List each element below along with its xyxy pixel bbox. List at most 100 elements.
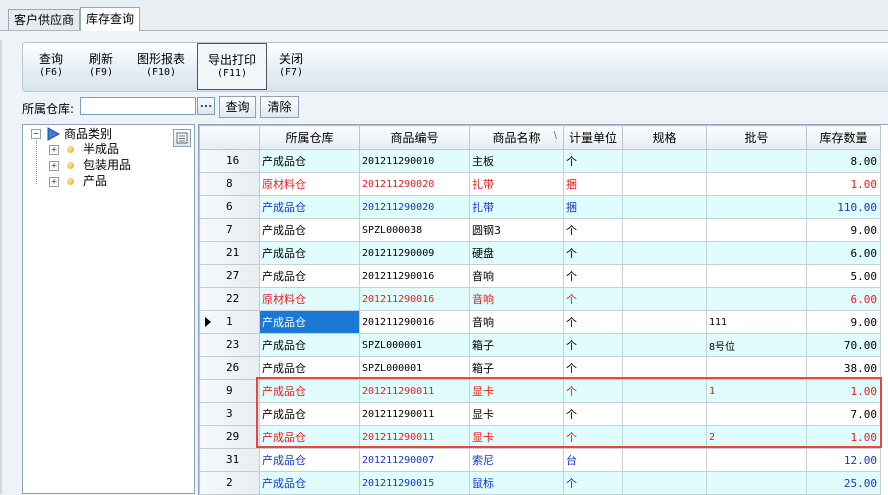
cell-name[interactable]: 扎带 (469, 195, 564, 219)
cell-spec[interactable] (622, 195, 707, 219)
cell-code[interactable]: 201211290009 (359, 241, 470, 265)
cell-spec[interactable] (622, 172, 707, 196)
cell-spec[interactable] (622, 425, 707, 449)
col-unit-header[interactable]: 计量单位 (563, 125, 623, 150)
cell-unit[interactable]: 个 (563, 333, 623, 357)
cell-batch[interactable]: 2 (706, 425, 807, 449)
cell-name[interactable]: 显卡 (469, 379, 564, 403)
export-print-button[interactable]: 导出打印 (F11) (197, 43, 267, 90)
cell-warehouse[interactable]: 产成品仓 (259, 195, 360, 219)
cell-spec[interactable] (622, 264, 707, 288)
cell-warehouse[interactable]: 产成品仓 (259, 448, 360, 472)
cell-name[interactable]: 音响 (469, 264, 564, 288)
cell-code[interactable]: SPZL000001 (359, 356, 470, 380)
tree-item-semifinished[interactable]: 半成品 (83, 141, 119, 157)
cell-qty[interactable]: 6.00 (806, 241, 881, 265)
cell-batch[interactable] (706, 172, 807, 196)
cell-batch[interactable] (706, 356, 807, 380)
table-row[interactable]: 6 产成品仓 201211290020 扎带捆 110.00 (199, 195, 881, 219)
cell-unit[interactable]: 台 (563, 448, 623, 472)
cell-qty[interactable]: 6.00 (806, 287, 881, 311)
cell-code[interactable]: 201211290007 (359, 448, 470, 472)
cell-code[interactable]: 201211290016 (359, 264, 470, 288)
row-header[interactable]: 23 (199, 333, 260, 357)
table-row[interactable]: 1 产成品仓 201211290016 音响个 111 9.00 (199, 310, 881, 334)
cell-warehouse[interactable]: 产成品仓 (259, 402, 360, 426)
table-row[interactable]: 23 产成品仓 SPZL000001 箱子个 8号位 70.00 (199, 333, 881, 357)
cell-qty[interactable]: 5.00 (806, 264, 881, 288)
cell-code[interactable]: 201211290011 (359, 379, 470, 403)
cell-unit[interactable]: 个 (563, 471, 623, 495)
cell-name[interactable]: 音响 (469, 287, 564, 311)
col-qty-header[interactable]: 库存数量 (806, 125, 881, 150)
cell-qty[interactable]: 1.00 (806, 425, 881, 449)
cell-name[interactable]: 箱子 (469, 333, 564, 357)
tree-item-product[interactable]: 产品 (83, 173, 107, 189)
cell-spec[interactable] (622, 402, 707, 426)
cell-code[interactable]: 201211290015 (359, 471, 470, 495)
row-header[interactable]: 29 (199, 425, 260, 449)
cell-code[interactable]: 201211290011 (359, 425, 470, 449)
cell-name[interactable]: 主板 (469, 149, 564, 173)
cell-name[interactable]: 硬盘 (469, 241, 564, 265)
table-row[interactable]: 3 产成品仓 201211290011 显卡个 7.00 (199, 402, 881, 426)
table-row[interactable]: 31 产成品仓 201211290007 索尼台 12.00 (199, 448, 881, 472)
table-row[interactable]: 26 产成品仓 SPZL000001 箱子个 38.00 (199, 356, 881, 380)
cell-batch[interactable] (706, 218, 807, 242)
cell-qty[interactable]: 8.00 (806, 149, 881, 173)
cell-spec[interactable] (622, 448, 707, 472)
cell-spec[interactable] (622, 379, 707, 403)
cell-code[interactable]: SPZL000038 (359, 218, 470, 242)
cell-warehouse[interactable]: 原材料仓 (259, 287, 360, 311)
cell-spec[interactable] (622, 149, 707, 173)
row-header[interactable]: 1 (199, 310, 260, 334)
chart-report-button[interactable]: 图形报表 (F10) (133, 47, 189, 87)
cell-name[interactable]: 圆钢3 (469, 218, 564, 242)
cell-code[interactable]: SPZL000001 (359, 333, 470, 357)
tree-item-product-toggle[interactable]: + (49, 177, 59, 187)
cell-unit[interactable]: 个 (563, 149, 623, 173)
cell-name[interactable]: 显卡 (469, 402, 564, 426)
table-row[interactable]: 22 原材料仓 201211290016 音响个 6.00 (199, 287, 881, 311)
cell-unit[interactable]: 个 (563, 402, 623, 426)
row-header[interactable]: 16 (199, 149, 260, 173)
cell-spec[interactable] (622, 333, 707, 357)
cell-unit[interactable]: 个 (563, 287, 623, 311)
table-row[interactable]: 2 产成品仓 201211290015 鼠标个 25.00 (199, 471, 881, 495)
cell-unit[interactable]: 捆 (563, 172, 623, 196)
tree-item-semifinished-toggle[interactable]: + (49, 145, 59, 155)
cell-qty[interactable]: 38.00 (806, 356, 881, 380)
cell-batch[interactable] (706, 264, 807, 288)
col-name-header[interactable]: 商品名称 \ (469, 125, 564, 150)
cell-qty[interactable]: 9.00 (806, 310, 881, 334)
cell-code[interactable]: 201211290016 (359, 287, 470, 311)
cell-unit[interactable]: 个 (563, 356, 623, 380)
cell-batch[interactable]: 8号位 (706, 333, 807, 357)
table-row[interactable]: 16 产成品仓 201211290010 主板个 8.00 (199, 149, 881, 173)
tab-inventory-query[interactable]: 库存查询 (80, 7, 141, 31)
cell-qty[interactable]: 25.00 (806, 471, 881, 495)
tree-root-collapse-toggle[interactable]: − (31, 129, 41, 139)
cell-unit[interactable]: 个 (563, 379, 623, 403)
cell-code[interactable]: 201211290020 (359, 172, 470, 196)
cell-code[interactable]: 201211290020 (359, 195, 470, 219)
cell-batch[interactable] (706, 149, 807, 173)
table-row[interactable]: 21 产成品仓 201211290009 硬盘个 6.00 (199, 241, 881, 265)
cell-name[interactable]: 音响 (469, 310, 564, 334)
cell-unit[interactable]: 个 (563, 310, 623, 334)
cell-qty[interactable]: 1.00 (806, 172, 881, 196)
cell-batch[interactable]: 111 (706, 310, 807, 334)
query-button[interactable]: 查询 (F6) (35, 47, 67, 87)
table-row[interactable]: 29 产成品仓 201211290011 显卡个 2 1.00 (199, 425, 881, 449)
table-row[interactable]: 9 产成品仓 201211290011 显卡个 1 1.00 (199, 379, 881, 403)
table-row[interactable]: 7 产成品仓 SPZL000038 圆钢3 个 9.00 (199, 218, 881, 242)
cell-batch[interactable] (706, 287, 807, 311)
cell-unit[interactable]: 个 (563, 218, 623, 242)
row-header[interactable]: 6 (199, 195, 260, 219)
cell-warehouse[interactable]: 产成品仓 (259, 264, 360, 288)
row-header[interactable]: 26 (199, 356, 260, 380)
cell-batch[interactable] (706, 402, 807, 426)
row-header[interactable]: 22 (199, 287, 260, 311)
cell-warehouse[interactable]: 产成品仓 (259, 425, 360, 449)
cell-name[interactable]: 显卡 (469, 425, 564, 449)
